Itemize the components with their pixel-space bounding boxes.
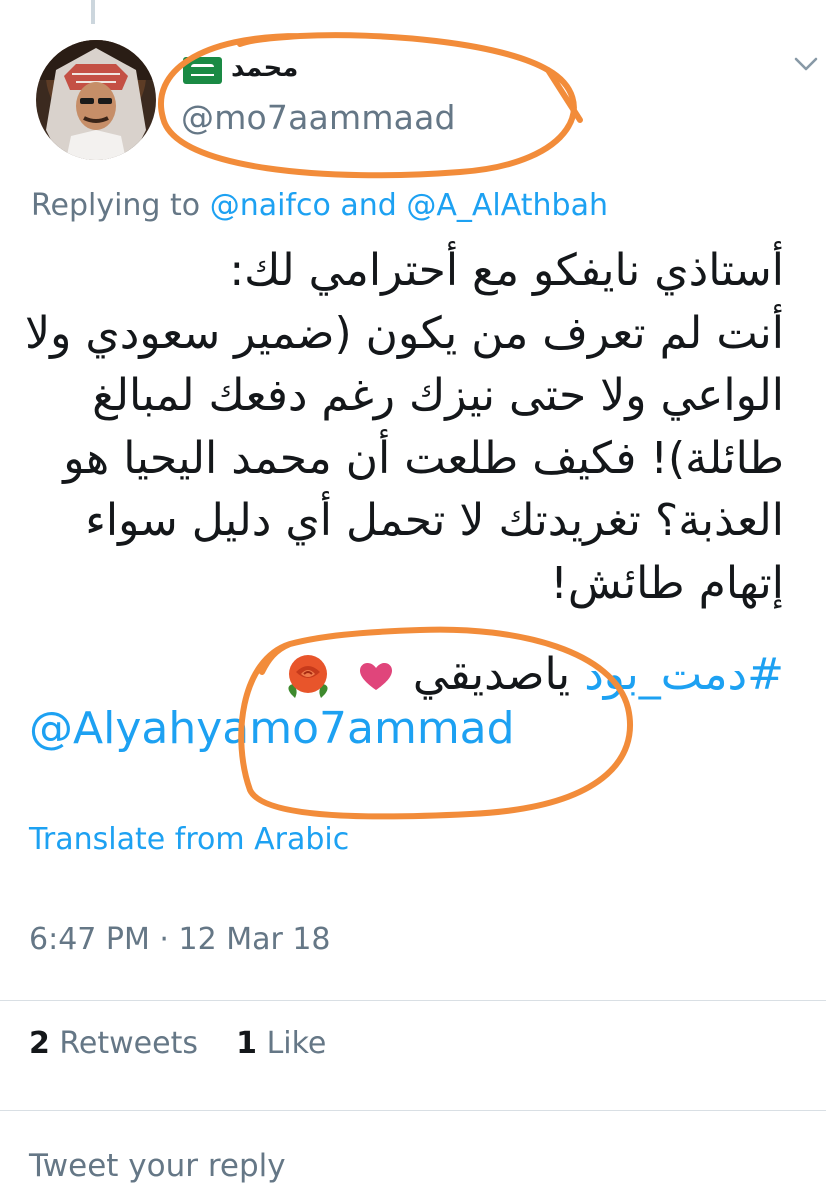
mention-link-naifco[interactable]: @naifco [210,188,331,223]
retweets-label: Retweets [59,1026,198,1061]
avatar-image [36,40,156,160]
tweet-line: إتهام طائش! [550,557,784,609]
hashtag-link[interactable]: #دمت_بود [584,649,784,700]
tweet-line: أستاذي نايفكو مع أحترامي لك: [229,245,784,296]
mention-link-a-alathbah[interactable]: @A_AlAthbah [406,188,608,223]
divider [0,1000,826,1001]
rose-icon [288,655,328,698]
hashtag-suffix-text: ياصديقي [412,649,571,700]
tweet-line: الواعي ولا حتى نيزك رغم دفعك لمبالغ [92,370,784,421]
author-handle[interactable]: @mo7aammaad [181,98,456,137]
likes-label: Like [266,1026,327,1061]
author-display-name[interactable]: محمد [231,53,298,83]
tweet-line: طائلة)! فكيف طلعت أن محمد اليحيا هو [63,432,784,484]
replying-conjunction[interactable]: and [340,188,396,223]
translate-link[interactable]: Translate from Arabic [29,822,349,857]
retweets-count: 2 [29,1026,50,1061]
thread-connector-line [91,0,95,24]
retweets-stat[interactable]: 2 Retweets [29,1026,198,1061]
replying-to-label: Replying to [31,188,201,223]
replying-to-line: Replying to @naifco and @A_AlAthbah [31,188,608,223]
heart-icon [359,663,392,690]
engagement-stats: 2 Retweets 1 Like [29,1026,326,1061]
hashtag-line: #دمت_بود ياصديقي [14,645,784,705]
mention-link-alyahya[interactable]: @Alyahyamo7ammad [29,703,515,754]
tweet-line: العذبة؟ تغريدتك لا تحمل أي دليل سواء [85,495,784,546]
tweet-text: أستاذي نايفكو مع أحترامي لك: أنت لم تعرف… [14,240,784,615]
reply-input[interactable]: Tweet your reply [29,1148,286,1184]
likes-stat[interactable]: 1 Like [236,1026,326,1061]
handle-highlight-tail [545,67,583,123]
tweet-line: أنت لم تعرف من يكون (ضمير سعودي ولا [25,307,784,359]
divider [0,1110,826,1111]
likes-count: 1 [236,1026,258,1061]
avatar[interactable] [36,40,156,160]
saudi-flag-icon [183,57,222,84]
tweet-timestamp[interactable]: 6:47 PM · 12 Mar 18 [29,922,331,957]
chevron-down-icon[interactable] [792,50,820,78]
